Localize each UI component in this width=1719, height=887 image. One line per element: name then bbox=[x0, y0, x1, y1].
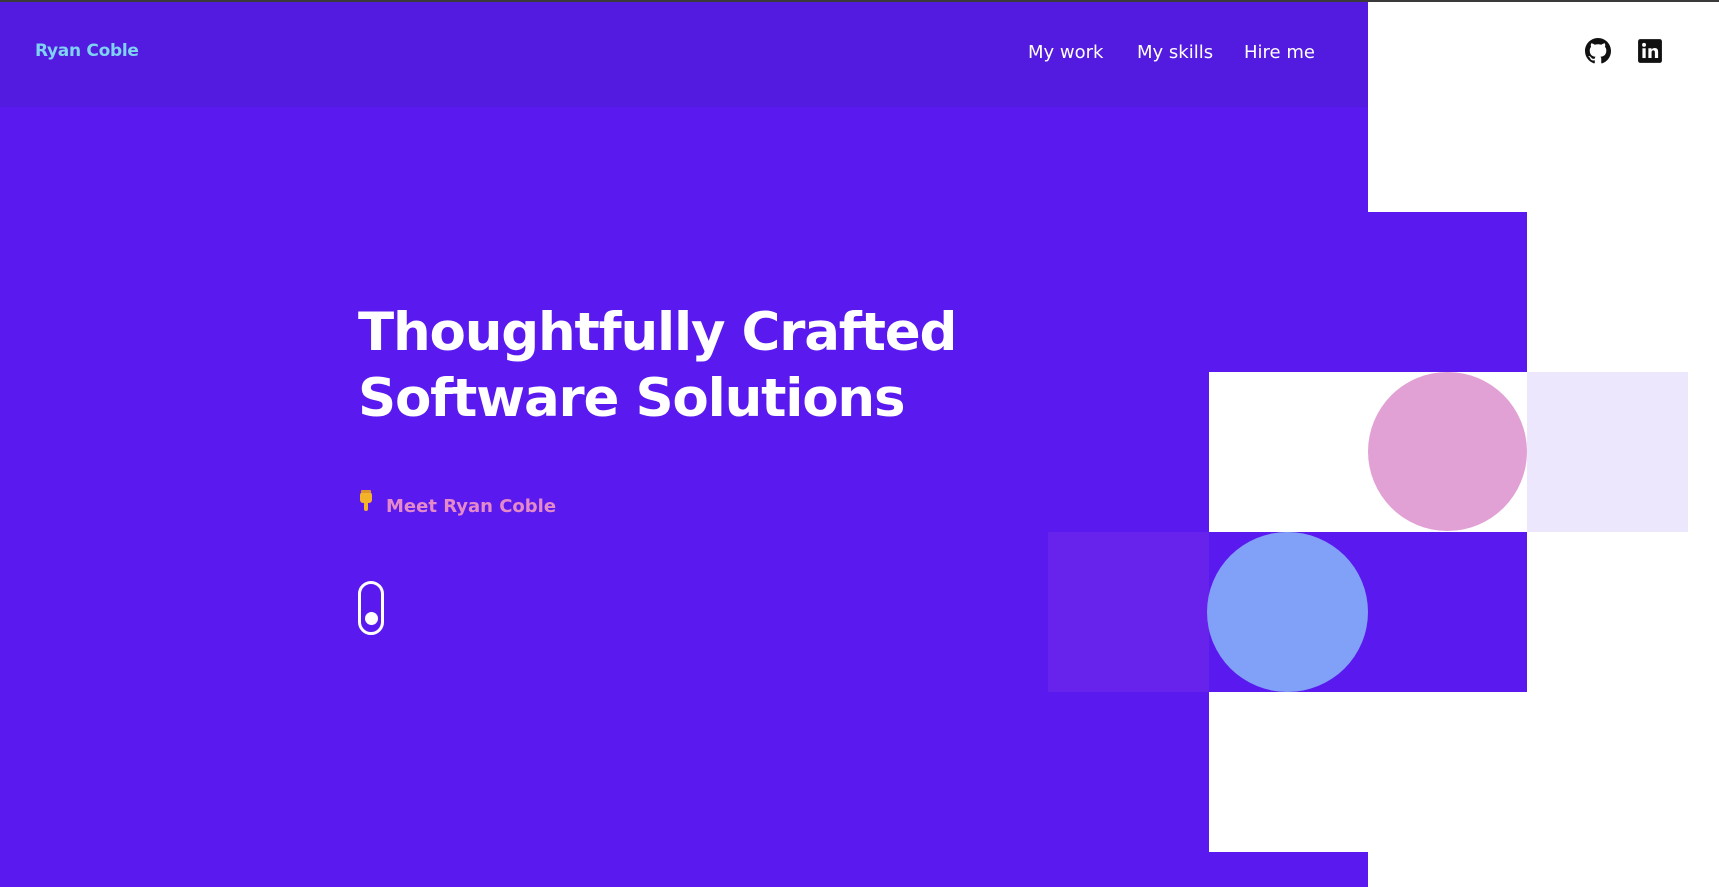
decor-pink-circle bbox=[1368, 372, 1527, 531]
decor-blue-circle bbox=[1207, 532, 1368, 692]
pointing-down-hand-icon bbox=[358, 490, 380, 517]
nav-hire-me[interactable]: Hire me bbox=[1244, 42, 1315, 63]
meet-link[interactable]: Meet Ryan Coble bbox=[358, 490, 556, 517]
hero-title-line-1: Thoughtfully Crafted bbox=[358, 302, 957, 363]
site-header: Ryan Coble My work My skills Hire me bbox=[0, 2, 1368, 107]
meet-label: Meet Ryan Coble bbox=[386, 496, 557, 517]
hero-background bbox=[0, 2, 1368, 887]
github-icon[interactable] bbox=[1585, 38, 1611, 64]
hero-title-line-2: Software Solutions bbox=[358, 368, 906, 429]
landing-page: Ryan Coble My work My skills Hire me Tho… bbox=[0, 0, 1719, 887]
scroll-indicator[interactable] bbox=[358, 581, 384, 635]
decor-purple-block-upper bbox=[1368, 212, 1527, 372]
nav-my-skills[interactable]: My skills bbox=[1137, 42, 1213, 63]
decor-purple-block-lower bbox=[1368, 532, 1527, 692]
scroll-dot bbox=[365, 612, 378, 625]
decor-white-block-bottom bbox=[1209, 692, 1368, 852]
brand-logo-link[interactable]: Ryan Coble bbox=[35, 41, 139, 61]
hero-title: Thoughtfully Crafted Software Solutions bbox=[358, 300, 957, 432]
decor-lavender-square bbox=[1527, 372, 1688, 532]
decor-white-block-middle bbox=[1209, 372, 1368, 532]
nav-my-work[interactable]: My work bbox=[1028, 42, 1103, 63]
linkedin-icon[interactable] bbox=[1637, 38, 1663, 64]
decor-violet-square bbox=[1048, 532, 1209, 692]
